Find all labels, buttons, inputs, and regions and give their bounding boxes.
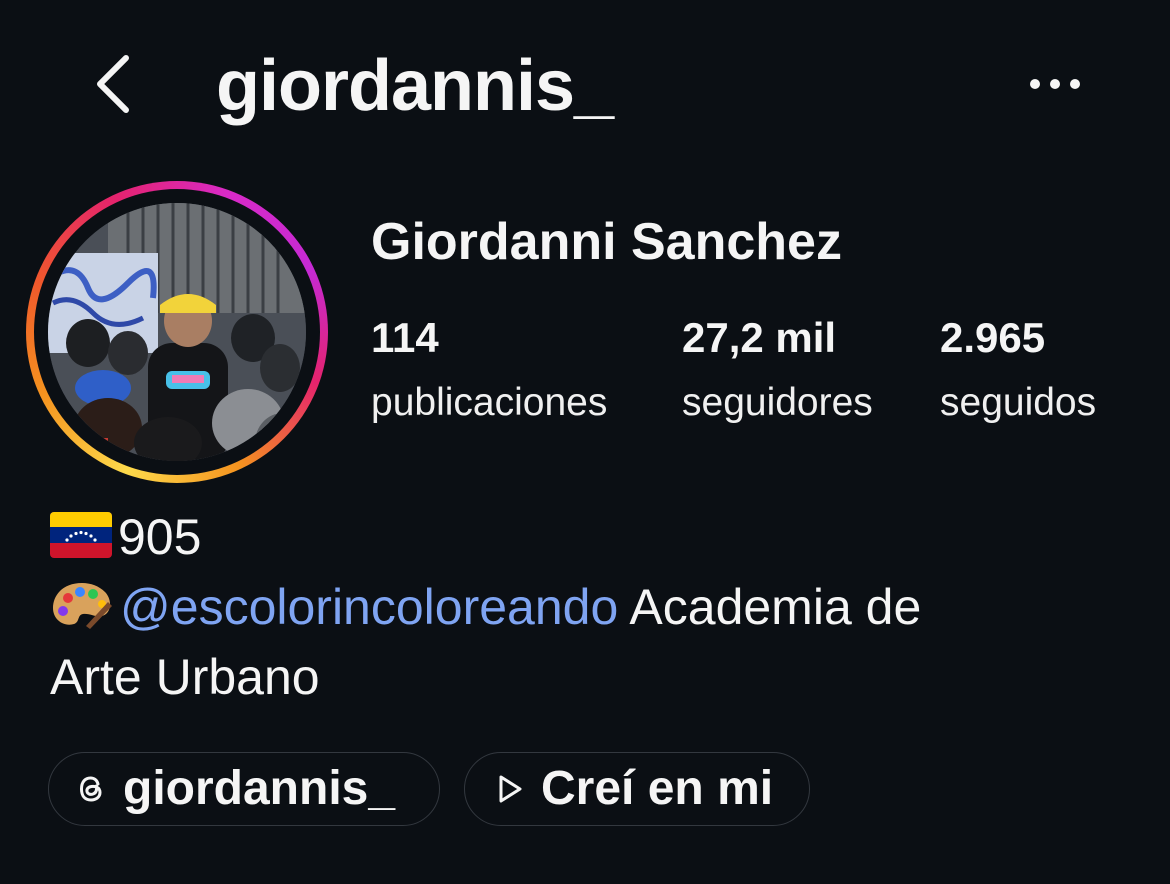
back-button[interactable] — [84, 48, 154, 120]
posts-label: publicaciones — [371, 381, 608, 424]
stat-followers[interactable]: 27,2 mil seguidores — [682, 312, 873, 428]
avatar-ring-gap — [34, 189, 320, 475]
avatar — [48, 203, 306, 461]
music-chip-label: Creí en mi — [541, 762, 774, 815]
bio-mention-link[interactable]: @escolorincoloreando — [120, 579, 618, 635]
following-count: 2.965 — [940, 314, 1046, 361]
stat-posts[interactable]: 114 publicaciones — [371, 312, 607, 428]
stat-following[interactable]: 2.965 seguidos — [940, 312, 1096, 428]
profile-bio: 905 @escolorincoloreando Academia de Art… — [50, 502, 1130, 712]
artist-palette-icon — [53, 583, 112, 629]
bio-line-3: Arte Urbano — [50, 649, 320, 705]
threads-chip-label: giordannis_ — [123, 762, 396, 815]
bio-line-1: 905 — [50, 502, 1130, 572]
following-label: seguidos — [940, 381, 1097, 424]
bio-line-1-text: 905 — [118, 509, 202, 565]
profile-page: giordannis_ Giordanni Sanchez 114 public… — [0, 0, 1170, 884]
chevron-left-icon — [97, 55, 129, 113]
profile-full-name: Giordanni Sanchez — [371, 213, 842, 271]
threads-profile-chip[interactable]: giordannis_ — [48, 752, 440, 826]
avatar-photo-illustration — [48, 203, 306, 461]
music-chip[interactable]: Creí en mi — [464, 752, 810, 826]
threads-icon — [79, 776, 102, 802]
bio-line-2-text: Academia de — [618, 579, 922, 635]
followers-count: 27,2 mil — [682, 314, 837, 361]
bio-line-2: @escolorincoloreando Academia de — [50, 572, 1130, 642]
play-icon — [499, 775, 522, 803]
avatar-story-ring[interactable] — [26, 181, 328, 483]
posts-count: 114 — [371, 314, 439, 361]
followers-label: seguidores — [682, 381, 873, 424]
ellipsis-icon — [1030, 79, 1080, 89]
more-options-button[interactable] — [1022, 62, 1092, 106]
venezuela-flag-icon — [50, 512, 112, 558]
profile-username-title: giordannis_ — [216, 46, 614, 126]
